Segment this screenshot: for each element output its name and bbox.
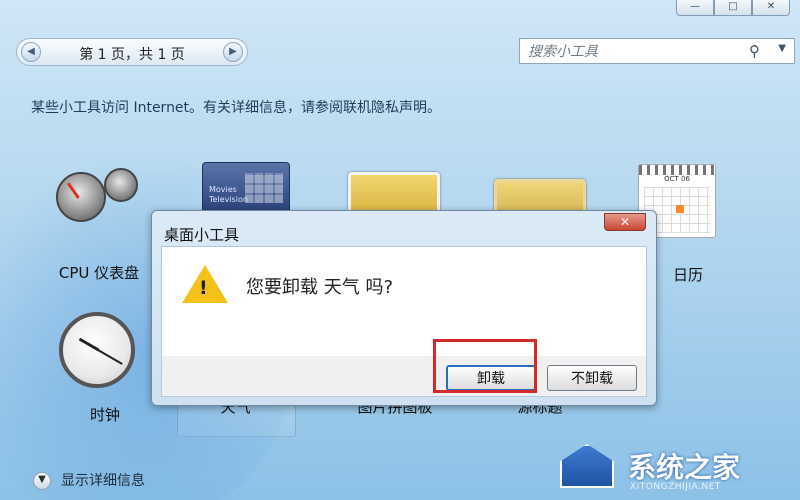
- page-navigator: ◀ 第 1 页，共 1 页 ▶: [16, 38, 248, 66]
- minimize-button[interactable]: —: [676, 0, 714, 16]
- chevron-right-icon: ▶: [229, 46, 237, 57]
- close-button[interactable]: ✕: [752, 0, 790, 16]
- keep-button[interactable]: 不卸载: [547, 365, 637, 391]
- gadget-label: CPU 仪表盘: [58, 264, 140, 282]
- search-icon[interactable]: ⚲: [749, 42, 760, 60]
- close-icon: ✕: [619, 215, 631, 229]
- minimize-icon: —: [690, 1, 700, 12]
- maximize-icon: □: [728, 1, 738, 12]
- watermark: 系统之家 XITONGZHIJIA.NET: [560, 430, 800, 500]
- cpu-meter-icon: [56, 172, 106, 222]
- clock-icon: [59, 312, 135, 388]
- dialog-message: 您要卸载 天气 吗?: [246, 277, 393, 298]
- dialog-title: 桌面小工具: [164, 226, 240, 244]
- show-details-toggle[interactable]: ▼ 显示详细信息: [33, 470, 145, 490]
- warning-glyph: !: [199, 277, 208, 299]
- dialog-body: ! 您要卸载 天气 吗?: [161, 246, 647, 358]
- window-controls: — □ ✕: [676, 0, 790, 16]
- page-indicator: 第 1 页，共 1 页: [79, 47, 185, 63]
- watermark-url: XITONGZHIJIA.NET: [630, 482, 721, 492]
- next-page-button[interactable]: ▶: [223, 42, 243, 62]
- gadget-label: 日历: [672, 266, 703, 284]
- gadget-label: 时钟: [89, 406, 120, 424]
- uninstall-button[interactable]: 卸载: [446, 365, 536, 391]
- dialog-close-button[interactable]: ✕: [604, 213, 646, 231]
- search-input[interactable]: [526, 41, 740, 63]
- chevron-down-icon: ▼: [33, 472, 51, 490]
- maximize-button[interactable]: □: [714, 0, 752, 16]
- tile-text: Movies Television: [209, 185, 248, 204]
- calendar-month: OCT 06: [664, 175, 690, 183]
- dialog-footer: 卸载 不卸载: [161, 356, 647, 397]
- uninstall-dialog: 桌面小工具 ✕ ! 您要卸载 天气 吗? 卸载 不卸载: [151, 210, 657, 406]
- chevron-down-icon[interactable]: ▼: [778, 43, 786, 54]
- watermark-brand: 系统之家: [628, 451, 741, 484]
- privacy-notice: 某些小工具访问 Internet。有关详细信息，请参阅联机隐私声明。: [31, 100, 442, 116]
- brand-logo-icon: [560, 444, 614, 488]
- cpu-meter-secondary-icon: [104, 168, 138, 202]
- close-icon: ✕: [766, 1, 776, 12]
- show-details-label: 显示详细信息: [61, 473, 145, 489]
- gadget-clock[interactable]: 时钟: [55, 312, 155, 424]
- search-box: ⚲ ▼: [519, 38, 795, 64]
